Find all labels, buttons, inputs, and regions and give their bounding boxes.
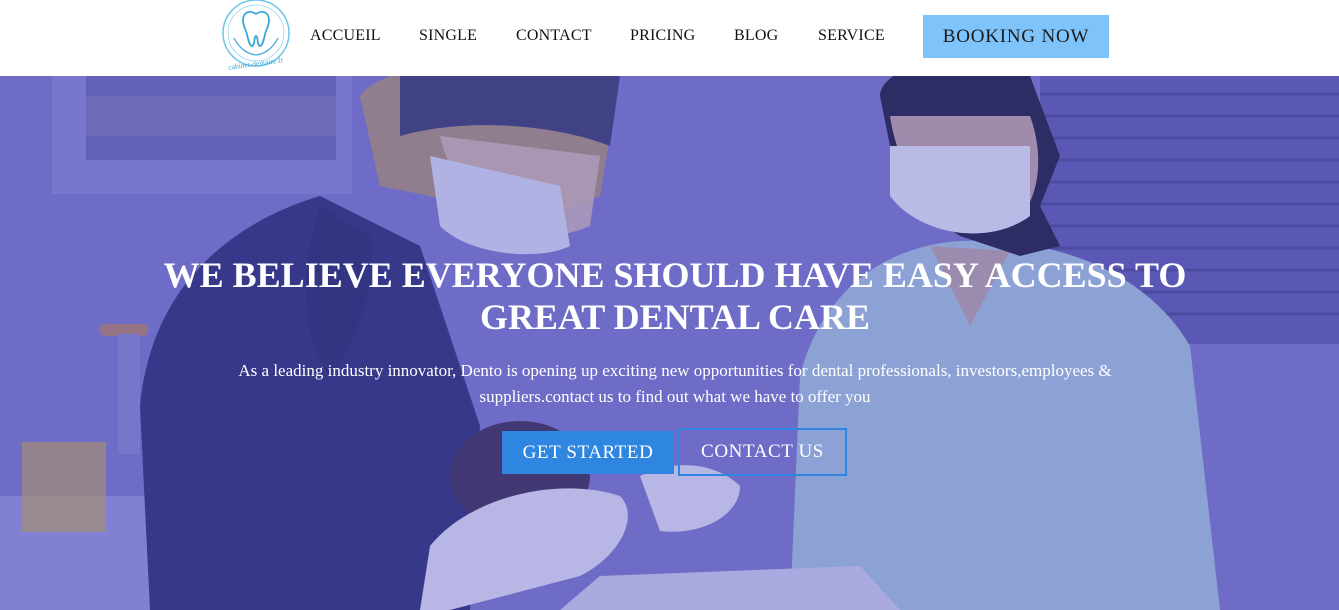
hero-subtitle: As a leading industry innovator, Dento i…: [238, 361, 1112, 406]
nav-pricing[interactable]: PRICING: [630, 27, 695, 45]
site-header: cabinet-dentaire.fr ACCUEIL SINGLE CONTA…: [0, 0, 1339, 76]
nav-service[interactable]: SERVICE: [818, 27, 885, 45]
get-started-button[interactable]: GET STARTED: [502, 431, 674, 474]
nav-blog[interactable]: BLOG: [734, 27, 778, 45]
booking-now-button[interactable]: BOOKING NOW: [923, 15, 1109, 58]
tooth-logo-icon[interactable]: cabinet-dentaire.fr: [219, 0, 293, 72]
hero-color-overlay: [0, 76, 1339, 610]
contact-us-button[interactable]: CONTACT US: [678, 428, 847, 476]
hero-title: WE BELIEVE EVERYONE SHOULD HAVE EASY ACC…: [163, 255, 1187, 337]
hero-section: WE BELIEVE EVERYONE SHOULD HAVE EASY ACC…: [0, 76, 1339, 610]
nav-contact[interactable]: CONTACT: [516, 27, 592, 45]
nav-accueil[interactable]: ACCUEIL: [310, 27, 381, 45]
svg-text:cabinet-dentaire.fr: cabinet-dentaire.fr: [228, 55, 284, 72]
nav-single[interactable]: SINGLE: [419, 27, 477, 45]
